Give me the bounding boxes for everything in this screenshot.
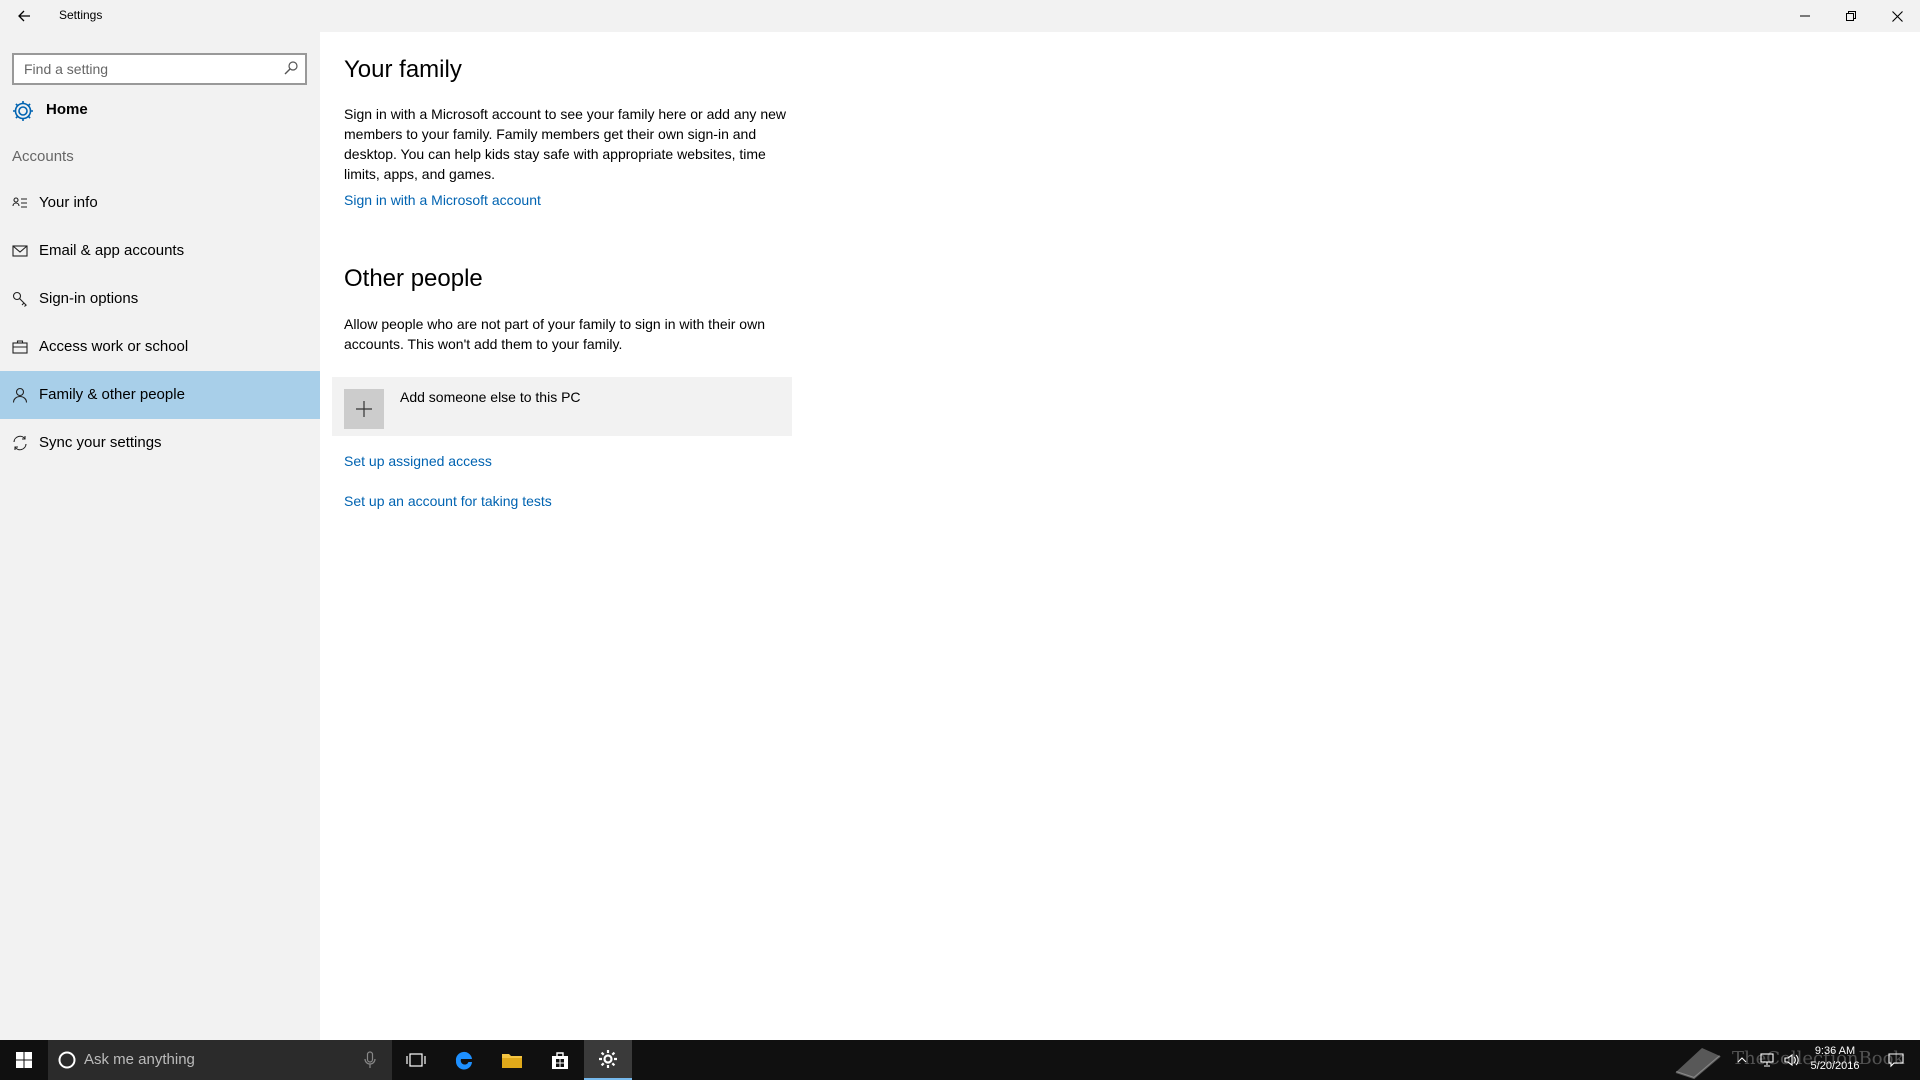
edge-browser-icon[interactable] [440,1040,488,1080]
sidebar-item-label: Access work or school [39,338,189,355]
add-someone-button[interactable]: Add someone else to this PC [332,377,792,436]
file-explorer-icon[interactable] [488,1040,536,1080]
contact-card-icon [12,195,28,211]
sidebar-item-your-info[interactable]: Your info [0,179,320,227]
sidebar-item-sync-settings[interactable]: Sync your settings [0,419,320,467]
network-icon[interactable] [1756,1040,1780,1080]
sidebar-item-label: Sign-in options [39,290,139,307]
sidebar-item-label: Sync your settings [39,434,162,451]
sidebar-item-home[interactable]: Home [0,90,320,130]
sync-icon [12,435,28,451]
gear-icon [11,99,35,128]
search-placeholder: Find a setting [24,61,109,77]
mail-icon [12,243,28,259]
title-bar: Settings [0,0,1920,32]
taskbar-search-box[interactable]: Ask me anything [48,1040,392,1080]
other-people-description: Allow people who are not part of your fa… [344,316,765,352]
assigned-access-link[interactable]: Set up assigned access [344,453,492,469]
window-title: Settings [59,8,103,22]
taskbar: Ask me anything TheCollectionBook 9:36 A… [0,1040,1920,1080]
family-heading: Your family [344,56,462,83]
microphone-icon[interactable] [364,1051,376,1074]
person-icon [12,387,28,403]
sidebar-item-sign-in-options[interactable]: Sign-in options [0,275,320,323]
search-input[interactable]: Find a setting [12,53,307,85]
cortana-circle-icon [58,1051,76,1074]
other-people-heading: Other people [344,265,483,292]
windows-start-icon[interactable] [0,1040,48,1080]
back-arrow-icon[interactable] [0,0,48,32]
sidebar-item-family-other-people[interactable]: Family & other people [0,371,320,419]
plus-icon [344,389,384,429]
sidebar-item-label: Email & app accounts [39,242,185,259]
key-icon [12,291,28,307]
action-center-icon[interactable] [1876,1040,1916,1080]
settings-gear-icon[interactable] [584,1040,632,1080]
restore-icon [1846,11,1856,21]
sidebar: Find a setting Home Accounts Your info E… [0,32,320,1040]
restore-button[interactable] [1828,0,1874,32]
minimize-button[interactable] [1782,0,1828,32]
close-button[interactable] [1874,0,1920,32]
taskbar-search-placeholder: Ask me anything [84,1051,195,1068]
chevron-up-icon[interactable] [1732,1040,1752,1080]
home-label: Home [46,101,88,118]
section-label: Accounts [12,148,74,165]
family-description: Sign in with a Microsoft account to see … [344,106,786,182]
store-icon[interactable] [536,1040,584,1080]
briefcase-icon [12,339,28,355]
sign-in-microsoft-link[interactable]: Sign in with a Microsoft account [344,192,541,208]
tests-account-link[interactable]: Set up an account for taking tests [344,493,552,509]
sidebar-item-label: Your info [39,194,98,211]
search-icon[interactable] [283,60,299,81]
sidebar-item-access-work-school[interactable]: Access work or school [0,323,320,371]
sidebar-item-label: Family & other people [39,386,185,403]
close-icon [1891,10,1903,22]
add-someone-label: Add someone else to this PC [400,389,581,405]
clock-date: 5/20/2016 [1810,1060,1860,1072]
minimize-icon [1800,15,1810,17]
taskbar-clock[interactable]: 9:36 AM 5/20/2016 [1800,1044,1870,1074]
task-view-icon[interactable] [392,1040,440,1080]
clock-time: 9:36 AM [1814,1045,1856,1057]
sidebar-item-email-app-accounts[interactable]: Email & app accounts [0,227,320,275]
